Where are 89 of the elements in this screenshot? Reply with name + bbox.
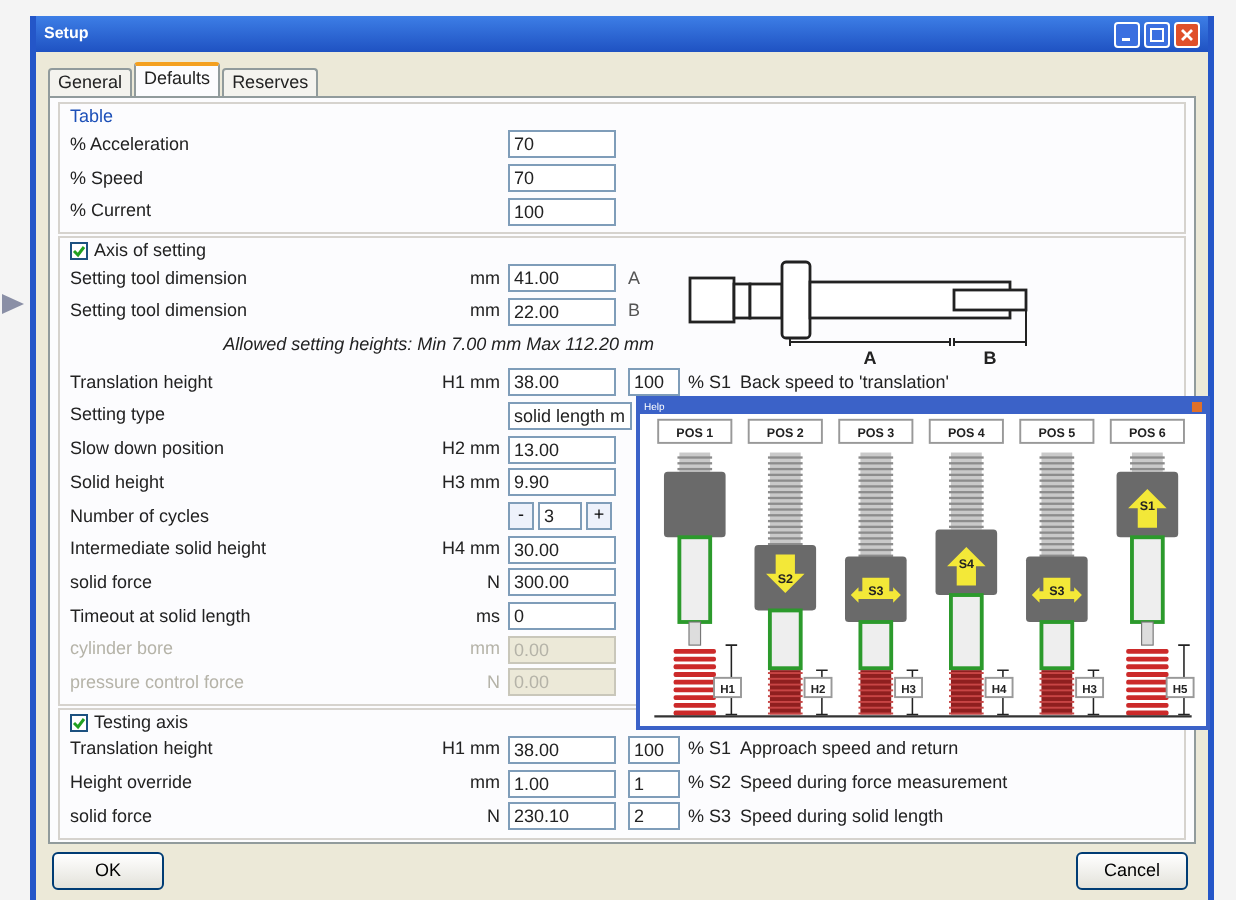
- unit-label: ms: [474, 605, 500, 627]
- dimension-label: A: [863, 347, 877, 366]
- speed-description: Back speed to 'translation': [740, 371, 949, 394]
- field-label: solid force: [70, 571, 155, 594]
- speed-label: % S1: [686, 738, 734, 761]
- input-field[interactable]: 30.00: [508, 535, 616, 564]
- increment-button[interactable]: +: [586, 501, 612, 530]
- unit-label: H2 mm: [440, 438, 500, 460]
- field-label: % Current: [70, 200, 154, 223]
- dimension-line: [724, 644, 738, 716]
- input-field[interactable]: 1.00: [508, 769, 616, 798]
- decrement-button[interactable]: -: [508, 501, 534, 530]
- tab[interactable]: General: [48, 68, 133, 96]
- arrow-icon: [2, 290, 26, 318]
- input-field[interactable]: 230.10: [508, 802, 616, 831]
- unit-label: N: [485, 805, 500, 828]
- group-title: Table: [70, 106, 114, 128]
- maximize-icon: [1150, 27, 1164, 41]
- speed-field[interactable]: 2: [628, 802, 680, 831]
- speed-field[interactable]: 100: [628, 368, 680, 397]
- input-field[interactable]: 38.00: [508, 368, 616, 397]
- field-label: Solid height: [70, 471, 167, 494]
- dimension-line: [905, 669, 919, 716]
- unit-label: H1 mm: [440, 738, 500, 761]
- unit-label: H3 mm: [440, 471, 500, 494]
- input-field[interactable]: 70: [508, 164, 616, 193]
- tab[interactable]: Reserves: [222, 68, 319, 96]
- speed-label: % S2: [686, 772, 734, 794]
- field-label: Setting type: [70, 404, 168, 427]
- speed-description: Speed during solid length: [740, 805, 944, 828]
- field-label: solid force: [70, 805, 155, 828]
- field-label: % Acceleration: [70, 133, 192, 156]
- dialog-button[interactable]: OK: [52, 852, 164, 890]
- input-field[interactable]: 41.00: [508, 264, 616, 293]
- close-icon: [1180, 27, 1194, 41]
- cycles-field[interactable]: 3: [538, 501, 582, 530]
- field-label: Translation height: [70, 738, 215, 761]
- field-label: Intermediate solid height: [70, 538, 269, 561]
- field-label: Timeout at solid length: [70, 605, 253, 627]
- checkbox[interactable]: [70, 713, 88, 732]
- allowed-heights-note: Allowed setting heights: Min 7.00 mm Max 112.20 mm: [220, 332, 654, 359]
- unit-label: mm: [468, 267, 500, 290]
- unit-label: mm: [468, 638, 500, 661]
- unit-label: H1 mm: [440, 371, 500, 394]
- dimension-letter: B: [628, 300, 641, 323]
- field-label: Setting tool dimension: [70, 267, 250, 290]
- dimension-letter: A: [628, 267, 641, 290]
- maximize-button[interactable]: [1144, 21, 1170, 47]
- group-title: Testing axis: [94, 711, 189, 734]
- field-label: % Speed: [70, 167, 146, 189]
- unit-label: H4 mm: [440, 538, 500, 561]
- speed-description: Speed during force measurement: [740, 772, 1008, 794]
- minimize-button[interactable]: [1114, 21, 1140, 47]
- input-field[interactable]: 100: [508, 197, 616, 226]
- speed-field[interactable]: 1: [628, 769, 680, 798]
- speed-label: % S3: [686, 805, 734, 828]
- tab[interactable]: Defaults: [134, 62, 221, 96]
- field-label: Height override: [70, 772, 195, 794]
- unit-label: N: [485, 571, 500, 594]
- dimension-line: [815, 669, 829, 716]
- dimension-line: [996, 669, 1010, 716]
- input-field[interactable]: 38.00: [508, 735, 616, 764]
- checkbox[interactable]: [70, 241, 88, 260]
- dimension-line: [1177, 644, 1191, 716]
- input-field[interactable]: 0: [508, 602, 616, 631]
- field-label: pressure control force: [70, 671, 247, 694]
- unit-label: N: [485, 671, 500, 694]
- field-label: Slow down position: [70, 438, 227, 460]
- group-title: Axis of setting: [94, 240, 207, 262]
- window-title: Setup: [44, 24, 91, 44]
- dimension-line: [1086, 669, 1100, 716]
- input-field[interactable]: 70: [508, 130, 616, 159]
- speed-description: Approach speed and return: [740, 738, 959, 761]
- speed-label: % S1: [686, 371, 734, 394]
- dialog-button[interactable]: Cancel: [1076, 852, 1188, 890]
- input-field[interactable]: 22.00: [508, 297, 616, 326]
- field-label: Translation height: [70, 371, 215, 394]
- speed-field[interactable]: 100: [628, 735, 680, 764]
- setting-type-dropdown[interactable]: solid length m: [508, 401, 632, 430]
- close-button[interactable]: [1174, 21, 1200, 47]
- field-label: Number of cycles: [70, 505, 212, 527]
- unit-label: mm: [468, 300, 500, 323]
- field-label: cylinder bore: [70, 638, 176, 661]
- dimension-label: B: [983, 347, 997, 366]
- field-label: Setting tool dimension: [70, 300, 250, 323]
- input-field[interactable]: 9.90: [508, 468, 616, 497]
- input-field[interactable]: 300.00: [508, 568, 616, 597]
- input-field[interactable]: 13.00: [508, 435, 616, 464]
- unit-label: mm: [468, 772, 500, 794]
